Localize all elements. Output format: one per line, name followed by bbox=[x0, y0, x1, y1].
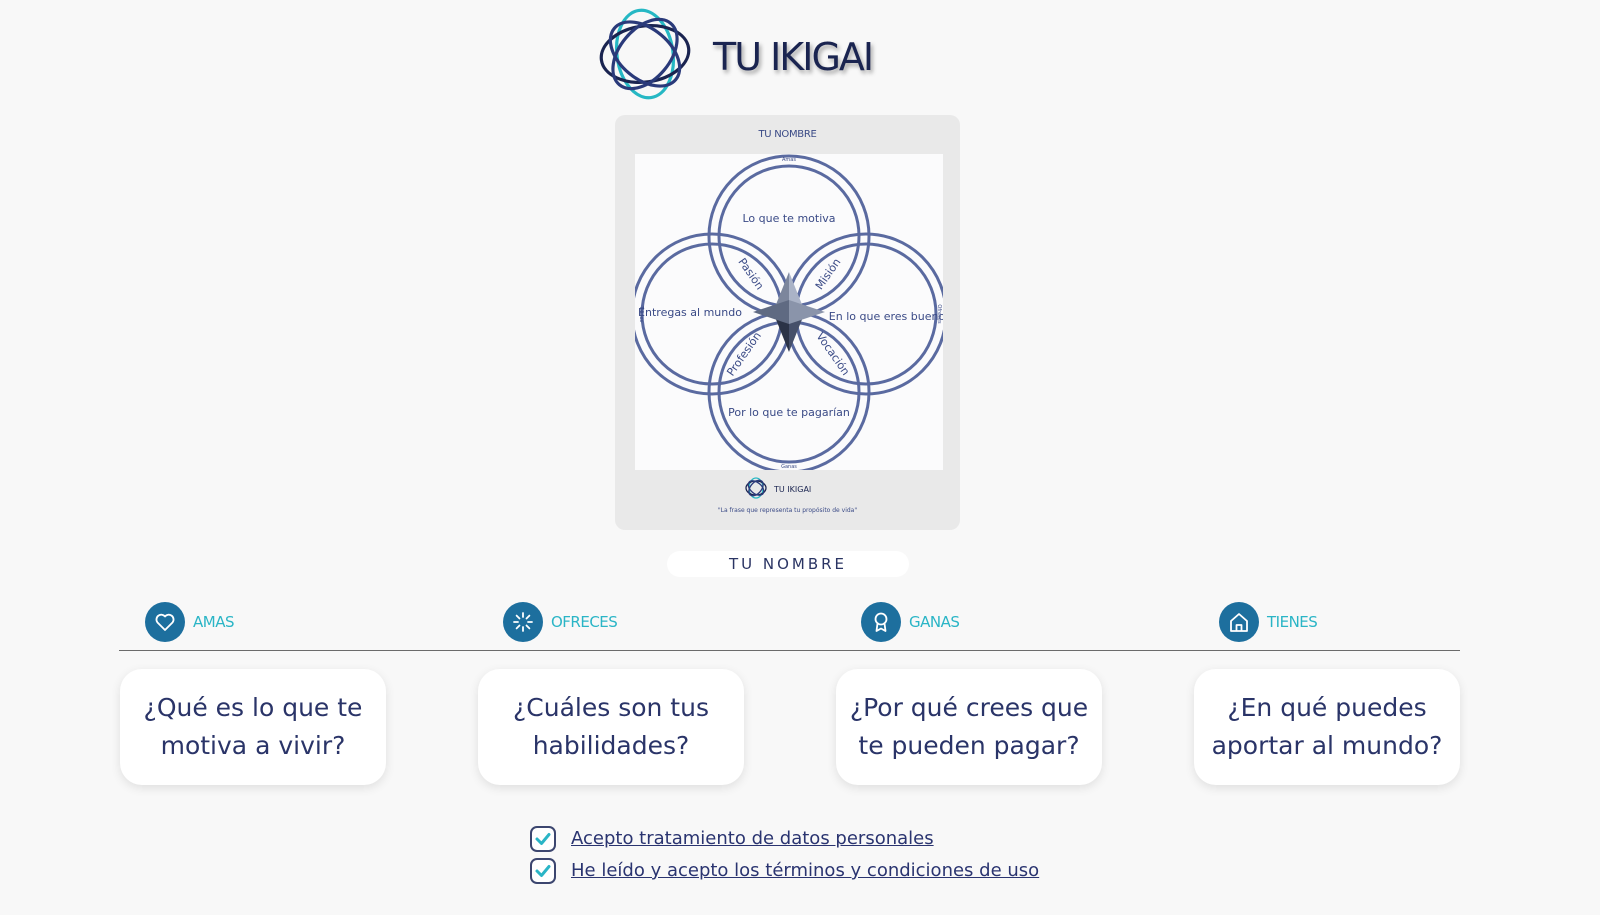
category-tienes: TIENES bbox=[1219, 602, 1349, 644]
outer-label-bottom: Ganas bbox=[781, 464, 797, 470]
brand-title: TU IKIGAI bbox=[713, 35, 874, 79]
category-amas: AMAS bbox=[145, 602, 275, 644]
ikigai-preview: TU NOMBRE Amas Ganas Tienes Ofreces Lo q… bbox=[615, 115, 960, 530]
circle-text-right: En lo que eres bueno bbox=[829, 310, 943, 323]
header: TU IKIGAI bbox=[593, 4, 893, 108]
category-ganas: GANAS bbox=[861, 602, 991, 644]
category-label: AMAS bbox=[193, 613, 235, 631]
preview-name: TU NOMBRE bbox=[758, 129, 817, 140]
question-card-amas[interactable]: ¿Qué es lo que te motiva a vivir? bbox=[120, 669, 386, 785]
circle-text-left: Entregas al mundo bbox=[638, 306, 742, 319]
preview-brand: TU IKIGAI bbox=[774, 485, 812, 494]
question-card-ganas[interactable]: ¿Por qué crees que te pueden pagar? bbox=[836, 669, 1102, 785]
category-label: GANAS bbox=[909, 613, 960, 631]
category-label: TIENES bbox=[1267, 613, 1318, 631]
check-icon bbox=[535, 833, 551, 845]
divider bbox=[119, 650, 1460, 651]
mini-logo-icon bbox=[745, 477, 767, 499]
home-icon bbox=[1219, 602, 1259, 642]
circle-text-bottom: Por lo que te pagarían bbox=[728, 406, 850, 419]
name-input[interactable]: TU NOMBRE bbox=[667, 551, 909, 577]
check-icon bbox=[535, 865, 551, 877]
sparkle-icon bbox=[503, 602, 543, 642]
award-icon bbox=[861, 602, 901, 642]
consent-data-checkbox[interactable] bbox=[530, 826, 556, 852]
heart-icon bbox=[145, 602, 185, 642]
question-card-ofreces[interactable]: ¿Cuáles son tus habilidades? bbox=[478, 669, 744, 785]
question-card-tienes[interactable]: ¿En qué puedes aportar al mundo? bbox=[1194, 669, 1460, 785]
consent-data-link[interactable]: Acepto tratamiento de datos personales bbox=[571, 828, 934, 849]
preview-footer: TU IKIGAI bbox=[615, 475, 960, 501]
preview-quote: "La frase que representa tu propósito de… bbox=[717, 507, 858, 514]
consent-terms-link[interactable]: He leído y acepto los términos y condici… bbox=[571, 860, 1039, 881]
category-label: OFRECES bbox=[551, 613, 618, 631]
category-ofreces: OFRECES bbox=[503, 602, 643, 644]
consent-terms-checkbox[interactable] bbox=[530, 858, 556, 884]
outer-label-top: Amas bbox=[782, 157, 796, 163]
ikigai-diagram: Amas Ganas Tienes Ofreces Lo que te moti… bbox=[630, 154, 948, 474]
ikigai-logo-icon bbox=[599, 8, 691, 100]
circle-text-top: Lo que te motiva bbox=[742, 212, 835, 225]
